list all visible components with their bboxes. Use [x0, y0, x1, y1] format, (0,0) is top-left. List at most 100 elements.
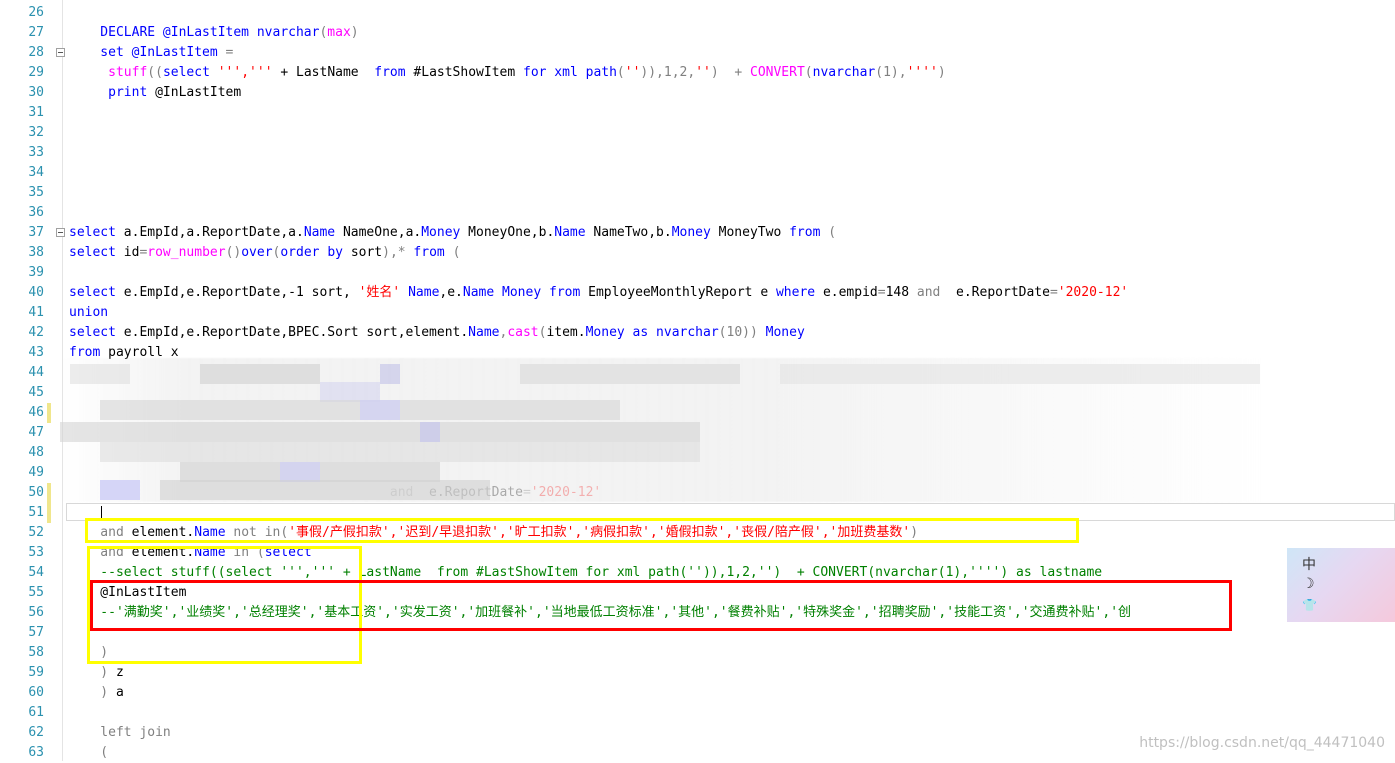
code-token: ''',''' — [217, 65, 273, 80]
code-text: union — [69, 303, 108, 323]
line-number: 59 — [28, 665, 44, 680]
collapse-icon[interactable] — [56, 48, 65, 57]
code-line[interactable]: 33 — [0, 143, 1395, 163]
code-line[interactable]: 39 — [0, 263, 1395, 283]
code-token: ) — [69, 685, 116, 700]
code-text: select a.EmpId,a.ReportDate,a.Name NameO… — [69, 223, 836, 243]
sql-editor[interactable]: 26 27 DECLARE @InLastItem nvarchar(max) 28… — [0, 0, 1395, 761]
line-number: 45 — [28, 385, 44, 400]
code-line[interactable]: 35 — [0, 183, 1395, 203]
highlight-box-inlastitem — [90, 580, 1232, 631]
code-token: nvarchar — [256, 25, 320, 40]
code-token: e.EmpId,e.ReportDate,-1 sort, — [123, 285, 359, 300]
code-text: select e.EmpId,e.ReportDate,-1 sort, '姓名… — [69, 283, 1128, 303]
code-token: 148 — [885, 285, 917, 300]
code-token: (10)) — [718, 325, 766, 340]
code-token: Money — [421, 225, 461, 240]
code-token: as — [624, 325, 657, 340]
code-line[interactable]: 28 set @InLastItem = — [0, 43, 1395, 63]
line-number: 60 — [28, 685, 44, 700]
code-token: left join — [69, 725, 171, 740]
code-token: ( — [616, 65, 625, 80]
code-token: ( — [69, 745, 109, 760]
watermark: https://blog.csdn.net/qq_44471040 — [1139, 735, 1385, 751]
shirt-icon[interactable]: 👕 — [1302, 598, 1317, 612]
code-token: from — [541, 285, 589, 300]
moon-icon[interactable]: ☽ — [1302, 576, 1315, 592]
code-text: select id=row_number()over(order by sort… — [69, 243, 460, 263]
ime-toolbar[interactable]: 中 ☽ 👕 — [1287, 548, 1395, 622]
code-line[interactable]: 36 — [0, 203, 1395, 223]
code-token: a — [115, 685, 124, 700]
line-number: 37 — [28, 225, 44, 240]
code-token: e.empid — [822, 285, 878, 300]
line-number: 49 — [28, 465, 44, 480]
code-token: Money — [765, 325, 805, 340]
code-line[interactable]: 27 DECLARE @InLastItem nvarchar(max) — [0, 23, 1395, 43]
code-line[interactable]: 26 — [0, 3, 1395, 23]
code-token: ( — [452, 245, 461, 260]
line-number: 35 — [28, 185, 44, 200]
line-number: 30 — [28, 85, 44, 100]
line-number: 62 — [28, 725, 44, 740]
code-token: () — [225, 245, 242, 260]
code-token: DECLARE @InLastItem — [69, 25, 257, 40]
line-number: 53 — [28, 545, 44, 560]
line-number: 52 — [28, 525, 44, 540]
code-token: from — [789, 225, 829, 240]
line-number: 57 — [28, 625, 44, 640]
code-token: item. — [546, 325, 586, 340]
code-line[interactable]: 34 — [0, 163, 1395, 183]
code-line[interactable]: 61 — [0, 703, 1395, 723]
code-line[interactable]: 40 select e.EmpId,e.ReportDate,-1 sort, '… — [0, 283, 1395, 303]
code-token: #LastShowItem — [413, 65, 523, 80]
collapse-icon[interactable] — [56, 228, 65, 237]
code-token: NameTwo,b. — [585, 225, 672, 240]
line-number: 42 — [28, 325, 44, 340]
code-line[interactable]: 37 select a.EmpId,a.ReportDate,a.Name Nam… — [0, 223, 1395, 243]
code-token: '' — [695, 65, 711, 80]
code-line[interactable]: 38 select id=row_number()over(order by so… — [0, 243, 1395, 263]
code-token: e.ReportDate — [940, 285, 1050, 300]
code-line[interactable]: 42 select e.EmpId,e.ReportDate,BPEC.Sort … — [0, 323, 1395, 343]
code-token: select — [69, 325, 124, 340]
code-line[interactable]: 31 — [0, 103, 1395, 123]
code-token: ) — [350, 25, 359, 40]
ime-mode-indicator[interactable]: 中 — [1302, 554, 1316, 574]
code-token: nvarchar — [656, 325, 719, 340]
code-token: Money — [671, 225, 711, 240]
code-token: Money — [585, 325, 625, 340]
code-line[interactable]: 29 stuff((select ''',''' + LastName from… — [0, 63, 1395, 83]
line-number: 48 — [28, 445, 44, 460]
line-number: 56 — [28, 605, 44, 620]
code-token: a.EmpId,a.ReportDate,a. — [123, 225, 304, 240]
code-line[interactable]: 59 ) z — [0, 663, 1395, 683]
line-number: 44 — [28, 365, 44, 380]
line-number: 47 — [28, 425, 44, 440]
code-token: (1), — [875, 65, 907, 80]
code-line[interactable]: 60 ) a — [0, 683, 1395, 703]
code-token: from — [405, 245, 453, 260]
code-token: @InLastItem — [155, 85, 242, 100]
code-token: MoneyOne,b. — [460, 225, 555, 240]
code-text: stuff((select ''',''' + LastName from #L… — [69, 63, 946, 83]
code-line[interactable]: 41 union — [0, 303, 1395, 323]
code-token: stuff — [69, 65, 148, 80]
code-token: '' — [624, 65, 641, 80]
code-token: row_number — [147, 245, 226, 260]
line-number: 31 — [28, 105, 44, 120]
code-token: ,e. — [439, 285, 463, 300]
line-number: 34 — [28, 165, 44, 180]
code-text: ) z — [69, 663, 124, 683]
code-token: z — [115, 665, 124, 680]
line-number: 39 — [28, 265, 44, 280]
code-line[interactable]: 30 print @InLastItem — [0, 83, 1395, 103]
code-token: Name — [554, 225, 586, 240]
code-text: ( — [69, 743, 108, 763]
line-number: 54 — [28, 565, 44, 580]
code-token: Name — [462, 285, 495, 300]
code-line[interactable]: 32 — [0, 123, 1395, 143]
line-number: 33 — [28, 145, 44, 160]
code-text: select e.EmpId,e.ReportDate,BPEC.Sort so… — [69, 323, 805, 343]
code-token: NameOne,a. — [335, 225, 422, 240]
